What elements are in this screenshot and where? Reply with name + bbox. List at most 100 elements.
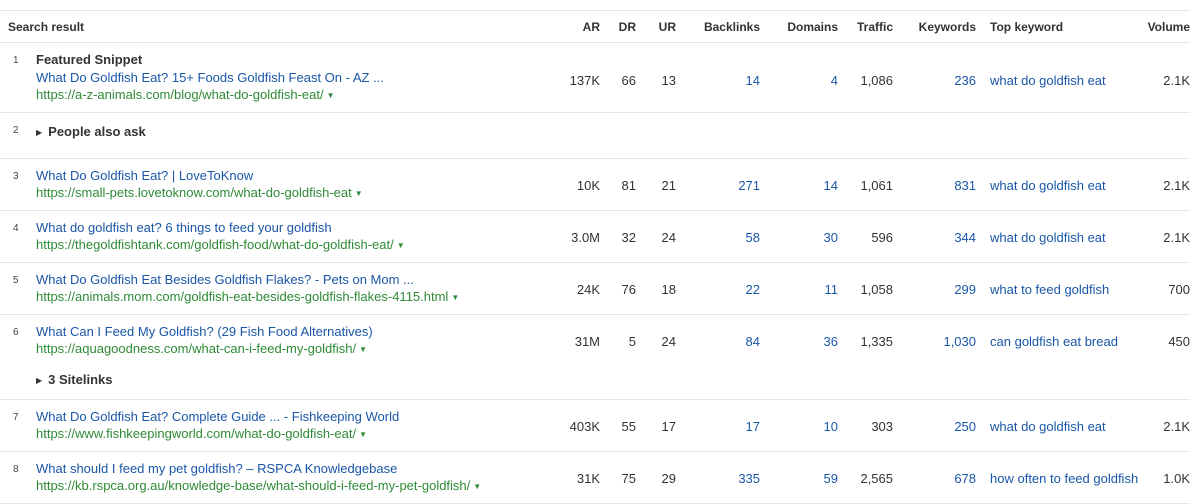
result-url[interactable]: https://www.fishkeepingworld.com/what-do… — [36, 426, 560, 443]
caret-down-icon[interactable]: ▼ — [355, 189, 363, 198]
caret-down-icon[interactable]: ▼ — [359, 345, 367, 354]
people-also-ask-toggle[interactable]: ▶ People also ask — [36, 112, 1191, 159]
caret-down-icon[interactable]: ▼ — [397, 241, 405, 250]
keywords-link[interactable]: 344 — [893, 210, 977, 263]
caret-right-icon[interactable]: ▶ — [36, 128, 42, 137]
domains-link[interactable]: 59 — [760, 451, 839, 504]
volume-value: 2.1K — [1140, 42, 1191, 113]
result-title-link[interactable]: What Do Goldfish Eat Besides Goldfish Fl… — [36, 272, 560, 288]
result-title-link[interactable]: What Can I Feed My Goldfish? (29 Fish Fo… — [36, 324, 560, 340]
rank: 6 — [13, 327, 19, 338]
result-title-link[interactable]: What Do Goldfish Eat? 15+ Foods Goldfish… — [36, 70, 560, 86]
ar-value: 31K — [560, 451, 601, 504]
keywords-link[interactable]: 299 — [893, 262, 977, 315]
result-url[interactable]: https://aquagoodness.com/what-can-i-feed… — [36, 341, 560, 358]
serp-overview: Search result AR DR UR Backlinks Domains… — [0, 0, 1200, 504]
col-search-result[interactable]: Search result — [0, 10, 561, 43]
result-cell: What should I feed my pet goldfish? – RS… — [36, 451, 561, 504]
keywords-link[interactable]: 831 — [893, 158, 977, 211]
traffic-value: 2,565 — [838, 451, 894, 504]
keywords-link[interactable]: 236 — [893, 42, 977, 113]
result-cell: What Do Goldfish Eat? | LoveToKnow https… — [36, 158, 561, 211]
ur-value: 24 — [661, 334, 677, 349]
domains-link[interactable]: 11 — [760, 262, 839, 315]
backlinks-link[interactable]: 271 — [676, 158, 761, 211]
sitelinks-toggle[interactable]: ▶ 3 Sitelinks — [36, 366, 1191, 400]
top-keyword-link[interactable]: what do goldfish eat — [976, 42, 1141, 113]
caret-down-icon[interactable]: ▼ — [359, 430, 367, 439]
table-row: 4 What do goldfish eat? 6 things to feed… — [0, 210, 1191, 263]
table-row: 5 What Do Goldfish Eat Besides Goldfish … — [0, 262, 1191, 315]
table-row-sitelinks[interactable]: ▶ 3 Sitelinks — [0, 366, 1191, 400]
ar-value: 24K — [560, 262, 601, 315]
top-keyword-link[interactable]: what to feed goldfish — [976, 262, 1141, 315]
keywords-link[interactable]: 1,030 — [893, 315, 976, 367]
result-url-text[interactable]: https://aquagoodness.com/what-can-i-feed… — [36, 341, 356, 356]
result-url[interactable]: https://thegoldfishtank.com/goldfish-foo… — [36, 237, 560, 254]
result-url[interactable]: https://kb.rspca.org.au/knowledge-base/w… — [36, 478, 560, 495]
backlinks-link[interactable]: 58 — [676, 210, 761, 263]
dr-value: 81 — [600, 158, 637, 211]
domains-link[interactable]: 36 — [760, 315, 838, 367]
dr-value: 55 — [600, 399, 637, 452]
col-volume[interactable]: Volume — [1140, 10, 1191, 43]
backlinks-link[interactable]: 335 — [676, 451, 761, 504]
rank: 3 — [0, 158, 36, 211]
result-title-link[interactable]: What do goldfish eat? 6 things to feed y… — [36, 220, 560, 236]
dr-value: 66 — [600, 42, 637, 113]
result-url-text[interactable]: https://a-z-animals.com/blog/what-do-gol… — [36, 87, 324, 102]
table-row-people-also-ask[interactable]: 2 ▶ People also ask — [0, 112, 1191, 159]
col-traffic[interactable]: Traffic — [838, 10, 894, 43]
backlinks-link[interactable]: 14 — [676, 42, 761, 113]
result-url-text[interactable]: https://kb.rspca.org.au/knowledge-base/w… — [36, 478, 470, 493]
domains-link[interactable]: 30 — [760, 210, 839, 263]
top-keyword-link[interactable]: how often to feed goldfish — [976, 451, 1141, 504]
keywords-link[interactable]: 250 — [893, 399, 977, 452]
result-url-text[interactable]: https://small-pets.lovetoknow.com/what-d… — [36, 185, 352, 200]
col-ar[interactable]: AR — [560, 10, 601, 43]
col-keywords[interactable]: Keywords — [893, 10, 977, 43]
result-url-text[interactable]: https://thegoldfishtank.com/goldfish-foo… — [36, 237, 394, 252]
result-title-link[interactable]: What should I feed my pet goldfish? – RS… — [36, 461, 560, 477]
caret-right-icon[interactable]: ▶ — [36, 376, 42, 385]
backlinks-link[interactable]: 17 — [676, 399, 761, 452]
caret-down-icon[interactable]: ▼ — [327, 91, 335, 100]
table-row-featured-snippet: 1 Featured Snippet What Do Goldfish Eat?… — [0, 42, 1191, 113]
result-url[interactable]: https://small-pets.lovetoknow.com/what-d… — [36, 185, 560, 202]
ur-value: 21 — [636, 158, 677, 211]
result-url-text[interactable]: https://animals.mom.com/goldfish-eat-bes… — [36, 289, 448, 304]
table-row: 7 What Do Goldfish Eat? Complete Guide .… — [0, 399, 1191, 452]
col-dr[interactable]: DR — [600, 10, 637, 43]
col-domains[interactable]: Domains — [760, 10, 839, 43]
domains-link[interactable]: 10 — [760, 399, 839, 452]
result-url[interactable]: https://animals.mom.com/goldfish-eat-bes… — [36, 289, 560, 306]
sitelinks-label[interactable]: 3 Sitelinks — [48, 372, 112, 387]
volume-value: 2.1K — [1140, 210, 1191, 263]
domains-link[interactable]: 4 — [760, 42, 839, 113]
keywords-link[interactable]: 678 — [893, 451, 977, 504]
top-keyword-link[interactable]: what do goldfish eat — [976, 399, 1141, 452]
result-cell: Featured Snippet What Do Goldfish Eat? 1… — [36, 42, 561, 113]
traffic-value: 1,335 — [860, 334, 894, 349]
col-top-keyword[interactable]: Top keyword — [976, 10, 1141, 43]
backlinks-link[interactable]: 84 — [676, 315, 760, 367]
top-keyword-link[interactable]: what do goldfish eat — [976, 210, 1141, 263]
top-keyword-link[interactable]: what do goldfish eat — [976, 158, 1141, 211]
dr-value: 75 — [600, 451, 637, 504]
result-title-link[interactable]: What Do Goldfish Eat? Complete Guide ...… — [36, 409, 560, 425]
people-also-ask-label[interactable]: People also ask — [48, 124, 146, 139]
caret-down-icon[interactable]: ▼ — [473, 482, 481, 491]
result-url[interactable]: https://a-z-animals.com/blog/what-do-gol… — [36, 87, 560, 104]
result-url-text[interactable]: https://www.fishkeepingworld.com/what-do… — [36, 426, 356, 441]
col-backlinks[interactable]: Backlinks — [676, 10, 761, 43]
volume-value: 2.1K — [1140, 399, 1191, 452]
caret-down-icon[interactable]: ▼ — [451, 293, 459, 302]
domains-link[interactable]: 14 — [760, 158, 839, 211]
table-row: 8 What should I feed my pet goldfish? – … — [0, 451, 1191, 504]
table-row: 3 What Do Goldfish Eat? | LoveToKnow htt… — [0, 158, 1191, 211]
table-header: Search result AR DR UR Backlinks Domains… — [0, 10, 1191, 43]
top-keyword-link[interactable]: can goldfish eat bread — [976, 315, 1140, 367]
col-ur[interactable]: UR — [636, 10, 677, 43]
backlinks-link[interactable]: 22 — [676, 262, 761, 315]
result-title-link[interactable]: What Do Goldfish Eat? | LoveToKnow — [36, 168, 560, 184]
